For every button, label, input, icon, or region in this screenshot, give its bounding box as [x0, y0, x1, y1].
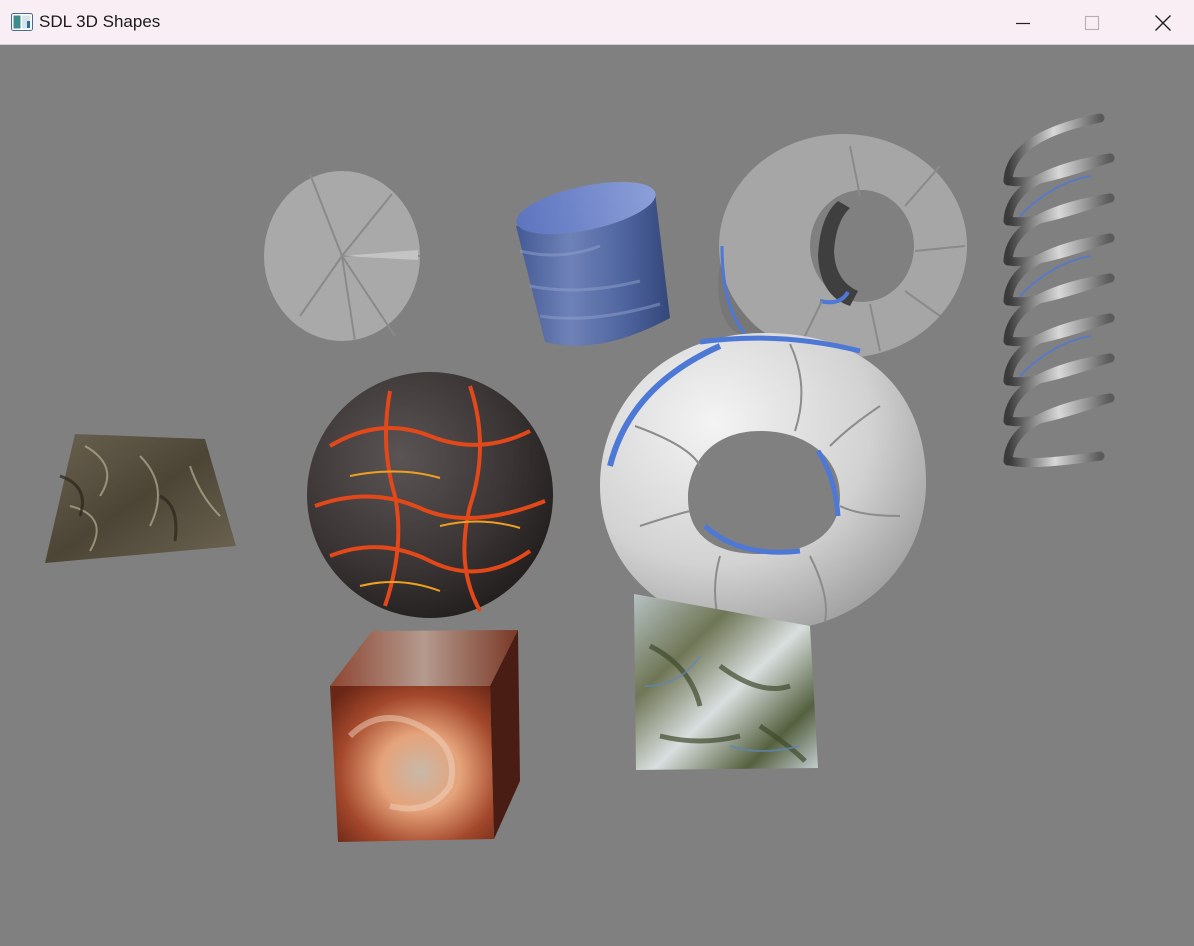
maximize-button[interactable] — [1069, 0, 1115, 45]
sdl-app-icon — [11, 13, 33, 31]
minimize-icon — [1016, 22, 1030, 24]
cube-shape — [330, 630, 520, 842]
close-icon — [1155, 14, 1171, 31]
render-canvas[interactable] — [0, 46, 1194, 946]
disc-shape — [264, 171, 420, 342]
tube-shape — [718, 134, 967, 358]
window-title: SDL 3D Shapes — [39, 12, 161, 31]
scene-svg — [45, 113, 1115, 842]
close-button[interactable] — [1140, 0, 1186, 45]
app-window: SDL 3D Shapes — [0, 0, 1194, 946]
maximize-icon — [1084, 15, 1100, 30]
minimize-button[interactable] — [1000, 0, 1046, 45]
sphere-shape — [307, 372, 553, 618]
frustum-shape — [45, 434, 236, 563]
cylinder-shape — [516, 181, 670, 346]
torus-shape — [600, 333, 927, 631]
spring-shape — [1003, 113, 1115, 468]
title-bar[interactable]: SDL 3D Shapes — [0, 0, 1194, 45]
